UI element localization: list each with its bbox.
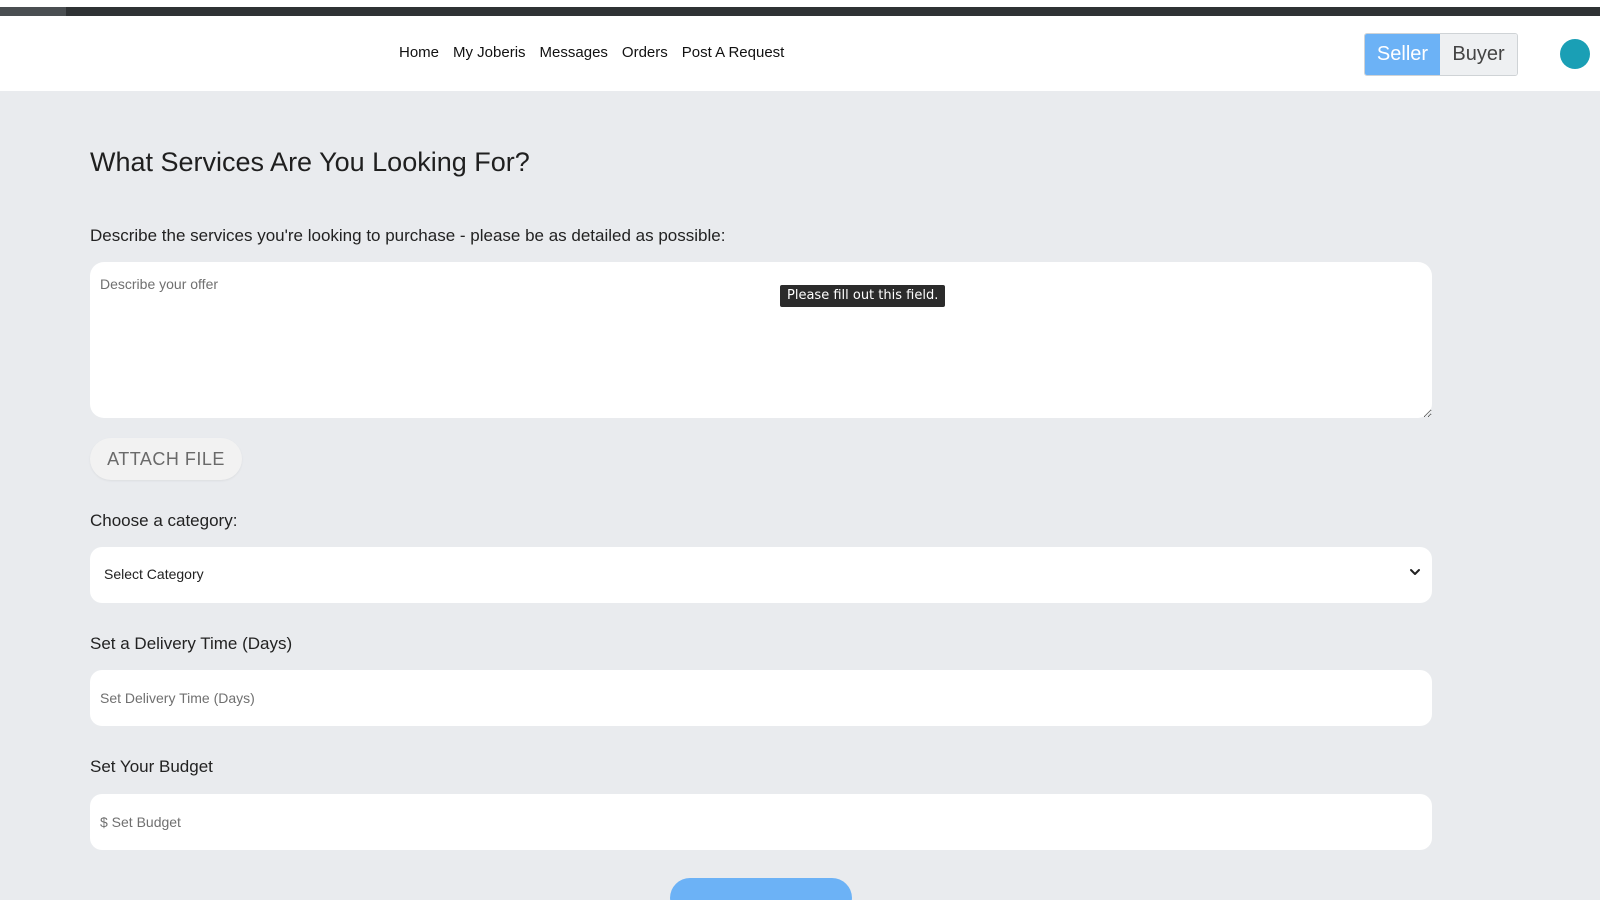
describe-label: Describe the services you're looking to … [90,226,726,245]
validation-tooltip: Please fill out this field. [780,285,946,307]
browser-top-strip [0,0,1600,16]
budget-label: Set Your Budget [90,757,213,776]
page-title: What Services Are You Looking For? [90,147,530,177]
nav-messages[interactable]: Messages [540,44,608,61]
seller-toggle-button[interactable]: Seller [1365,34,1440,75]
category-label: Choose a category: [90,511,238,530]
nav-post-a-request[interactable]: Post A Request [682,44,785,61]
attach-file-button[interactable]: ATTACH FILE [90,438,242,480]
nav-home[interactable]: Home [399,44,439,61]
role-toggle: Seller Buyer [1364,33,1518,76]
delivery-time-input[interactable]: Set Delivery Time (Days) [90,670,1432,726]
buyer-toggle-button[interactable]: Buyer [1440,34,1517,75]
avatar[interactable] [1560,39,1590,69]
top-dark-bar [0,7,1600,16]
nav-my-joberis[interactable]: My Joberis [453,44,526,61]
submit-request-button[interactable]: Submit Request [670,878,852,900]
top-dark-bar-left [0,7,66,16]
budget-input[interactable]: $ Set Budget [90,794,1432,850]
main-nav: Home My Joberis Messages Orders Post A R… [399,44,798,61]
describe-offer-textarea[interactable] [90,262,1432,418]
nav-orders[interactable]: Orders [622,44,668,61]
category-select-value: Select Category [104,566,204,582]
delivery-label: Set a Delivery Time (Days) [90,634,293,653]
chevron-down-icon [1410,569,1420,575]
site-header: Home My Joberis Messages Orders Post A R… [0,16,1600,91]
category-select[interactable]: Select Category [90,547,1432,603]
